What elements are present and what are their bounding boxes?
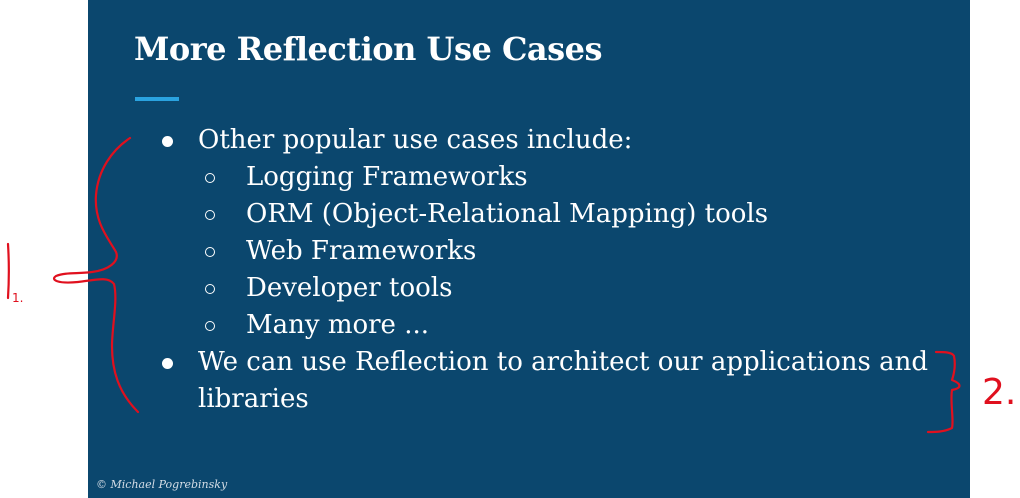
- sub-bullet-item: Many more ...: [198, 307, 958, 344]
- sub-bullet-text: Developer tools: [246, 273, 453, 303]
- bullet-item: Other popular use cases include: Logging…: [156, 122, 958, 344]
- hollow-bullet-icon: [205, 173, 215, 183]
- sub-bullet-item: ORM (Object-Relational Mapping) tools: [198, 196, 958, 233]
- hollow-bullet-icon: [205, 284, 215, 294]
- copyright-footer: © Michael Pogrebinsky: [96, 478, 228, 491]
- label-1-dot: 1.: [12, 291, 23, 305]
- sub-bullet-item: Logging Frameworks: [198, 159, 958, 196]
- sub-bullet-text: Logging Frameworks: [246, 162, 528, 192]
- label-2-annotation: 2.: [982, 372, 1016, 413]
- sub-bullet-text: ORM (Object-Relational Mapping) tools: [246, 199, 769, 229]
- page: More Reflection Use Cases Other popular …: [0, 0, 1020, 498]
- sub-bullet-text: Many more ...: [246, 310, 430, 340]
- bullet-text: Other popular use cases include:: [198, 125, 633, 155]
- hollow-bullet-icon: [205, 210, 215, 220]
- mark-1-annotation: [6, 242, 10, 300]
- bullet-text: We can use Reflection to architect our a…: [198, 347, 929, 414]
- bullet-item: We can use Reflection to architect our a…: [156, 344, 958, 418]
- sub-bullet-item: Web Frameworks: [198, 233, 958, 270]
- filled-bullet-icon: [162, 136, 173, 147]
- hollow-bullet-icon: [205, 321, 215, 331]
- sub-bullet-list: Logging Frameworks ORM (Object-Relationa…: [198, 159, 958, 344]
- hollow-bullet-icon: [205, 247, 215, 257]
- filled-bullet-icon: [162, 358, 173, 369]
- sub-bullet-item: Developer tools: [198, 270, 958, 307]
- slide: More Reflection Use Cases Other popular …: [88, 0, 970, 498]
- slide-title: More Reflection Use Cases: [134, 30, 603, 68]
- title-underline: [135, 97, 179, 101]
- sub-bullet-text: Web Frameworks: [246, 236, 477, 266]
- bullet-list: Other popular use cases include: Logging…: [156, 122, 958, 418]
